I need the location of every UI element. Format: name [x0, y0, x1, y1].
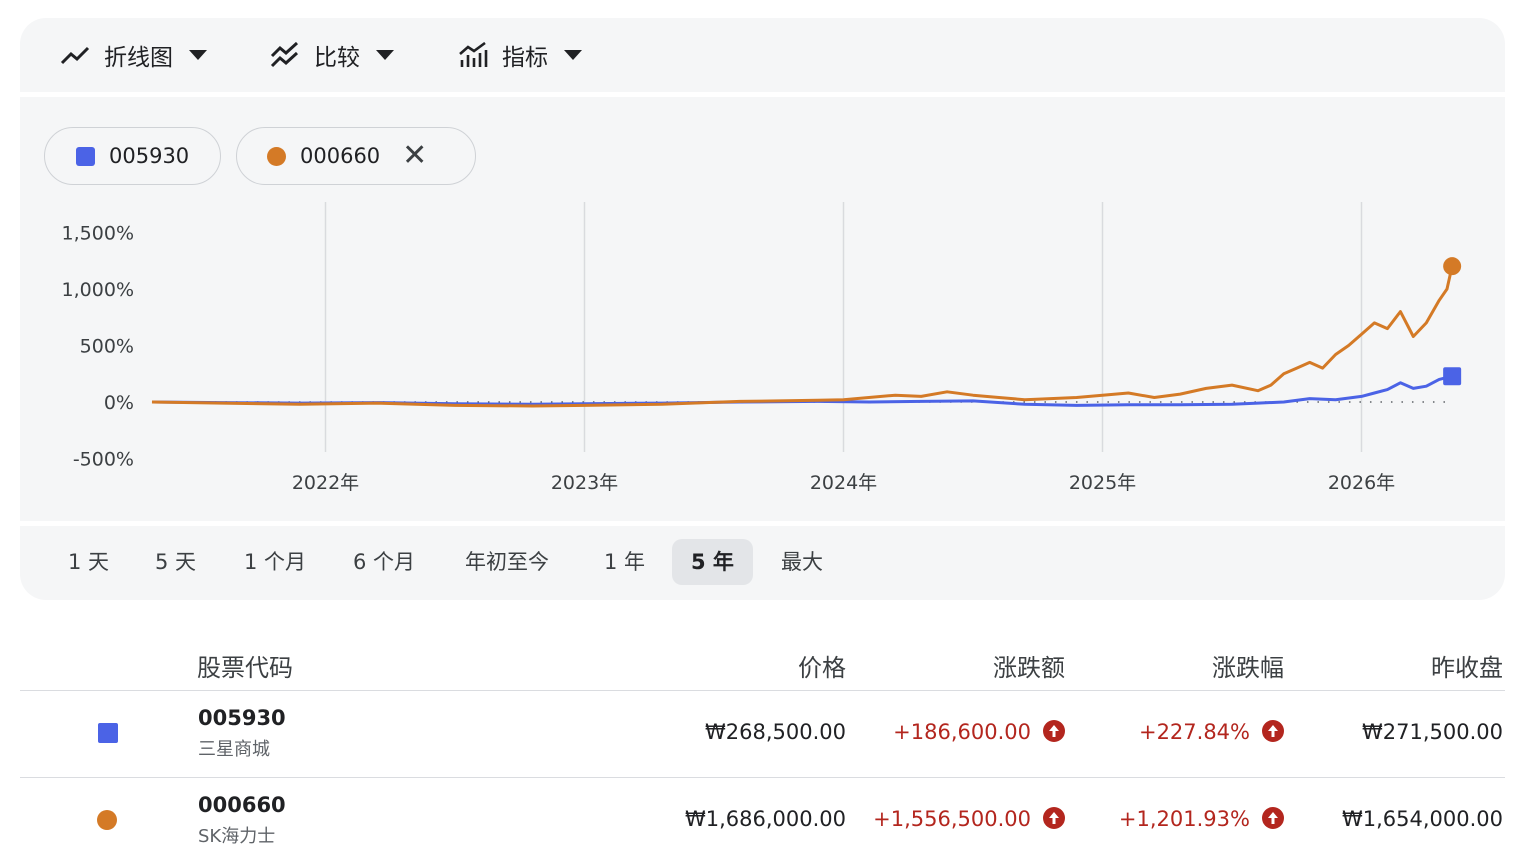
chevron-down-icon	[189, 50, 207, 60]
row-prev-close: ₩271,500.00	[1361, 720, 1503, 744]
row-company-name: 三星商城	[198, 739, 270, 760]
row-prev-close: ₩1,654,000.00	[1341, 807, 1503, 831]
row-change-value: +1,556,500.00	[873, 807, 1031, 831]
range-6m[interactable]: 6 个月	[334, 539, 434, 585]
chart-toolbar: 折线图 比较 指标	[20, 18, 1505, 92]
range-1d[interactable]: 1 天	[49, 539, 128, 585]
header-change: 涨跌额	[993, 654, 1065, 682]
range-5d[interactable]: 5 天	[136, 539, 215, 585]
y-tick-label: 1,000%	[62, 279, 134, 301]
arrow-up-icon	[1043, 720, 1065, 742]
line-chart: 2022年 2023年 2024年 2025年 2026年 1,500% 1,000% 500…	[62, 202, 1462, 494]
series-line-000660	[151, 265, 1454, 408]
indicators-button[interactable]: 指标	[458, 18, 582, 92]
x-tick-label: 2022年	[292, 472, 359, 494]
range-5y[interactable]: 5 年	[672, 539, 753, 585]
arrow-up-icon	[1262, 720, 1284, 742]
row-ticker: 005930	[198, 706, 286, 730]
series-color-dot	[97, 810, 117, 830]
divider	[20, 690, 1505, 691]
range-selector: 1 天 5 天 1 个月 6 个月 年初至今 1 年 5 年 最大	[20, 526, 1505, 600]
arrow-up-icon	[1043, 807, 1065, 829]
x-tick-label: 2024年	[810, 472, 877, 494]
x-tick-label: 2025年	[1069, 472, 1136, 494]
compare-label: 比较	[314, 45, 360, 71]
divider	[20, 777, 1505, 778]
row-change-pct: +227.84%	[1139, 720, 1284, 744]
row-change: +1,556,500.00	[873, 807, 1065, 831]
header-price: 价格	[798, 654, 846, 682]
chart-type-label: 折线图	[104, 45, 173, 71]
chart-type-button[interactable]: 折线图	[60, 18, 207, 92]
range-max[interactable]: 最大	[762, 539, 842, 585]
indicators-icon	[459, 42, 488, 67]
arrow-up-icon	[1262, 807, 1284, 829]
chevron-down-icon	[376, 50, 394, 60]
row-change-pct-value: +1,201.93%	[1118, 807, 1250, 831]
row-price: ₩1,686,000.00	[684, 807, 846, 831]
row-ticker: 000660	[198, 793, 286, 817]
y-tick-label: 0%	[104, 392, 134, 414]
x-tick-label: 2026年	[1328, 472, 1395, 494]
row-change-pct: +1,201.93%	[1119, 807, 1284, 831]
row-price: ₩268,500.00	[704, 720, 846, 744]
range-1y[interactable]: 1 年	[585, 539, 664, 585]
series-end-marker-000660	[1443, 257, 1462, 276]
y-tick-label: 500%	[80, 336, 134, 358]
range-1m[interactable]: 1 个月	[225, 539, 325, 585]
header-change-pct: 涨跌幅	[1212, 654, 1284, 682]
header-prev-close: 昨收盘	[1431, 654, 1503, 682]
chart-panel: 005930 000660 ✕ 2022年 2023年 2024年 2025年 2026…	[20, 97, 1505, 521]
range-ytd[interactable]: 年初至今	[446, 539, 568, 585]
compare-icon	[270, 42, 299, 68]
y-tick-label: 1,500%	[62, 223, 134, 245]
row-change-value: +186,600.00	[893, 720, 1031, 744]
row-change: +186,600.00	[893, 720, 1065, 744]
line-chart-icon	[60, 46, 90, 65]
header-ticker: 股票代码	[197, 654, 293, 682]
y-tick-label: -500%	[73, 449, 134, 471]
series-color-square	[98, 723, 118, 743]
row-company-name: SK海力士	[198, 826, 276, 847]
indicators-label: 指标	[502, 45, 548, 71]
series-end-marker-005930	[1443, 367, 1462, 386]
x-tick-label: 2023年	[551, 472, 618, 494]
compare-button[interactable]: 比较	[270, 18, 394, 92]
chevron-down-icon	[564, 50, 582, 60]
row-change-pct-value: +227.84%	[1138, 720, 1250, 744]
